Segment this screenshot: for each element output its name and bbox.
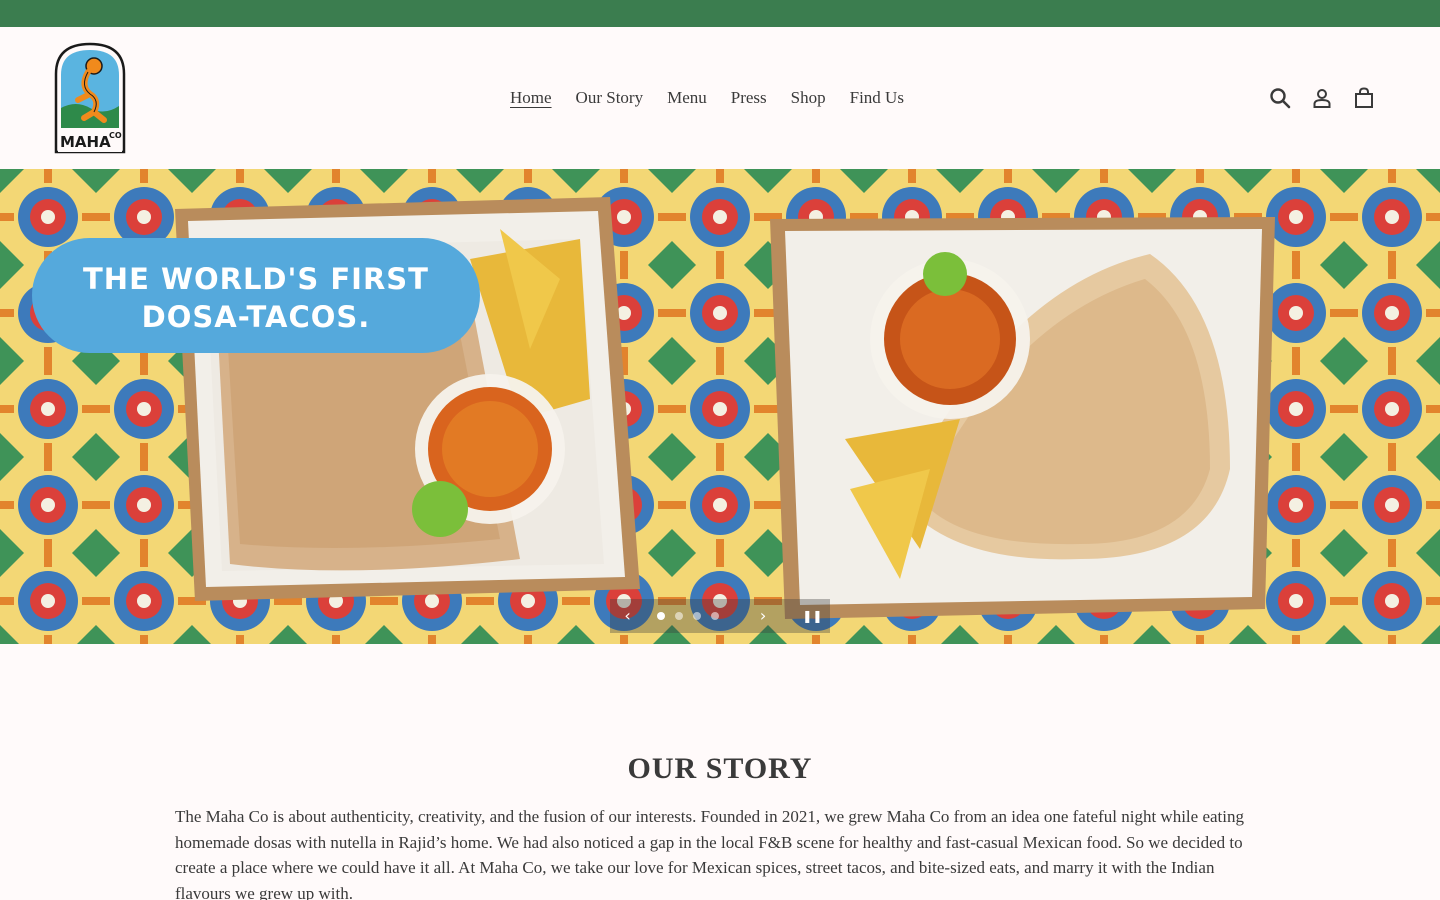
slide-dots (657, 612, 745, 620)
slide-dot-3[interactable] (693, 612, 702, 620)
hero-headline-badge: THE WORLD'S FIRST DOSA-TACOS. (32, 238, 480, 353)
chevron-right-icon[interactable]: › (745, 599, 780, 633)
logo-text: MAHA (60, 133, 111, 151)
our-story-section: OUR STORY The Maha Co is about authentic… (0, 644, 1440, 900)
account-icon[interactable] (1310, 86, 1334, 110)
hero-headline-line2: DOSA-TACOS. (141, 300, 371, 334)
announcement-bar (0, 0, 1440, 27)
nav-menu[interactable]: Menu (667, 87, 707, 109)
search-icon[interactable] (1268, 86, 1292, 110)
pause-icon[interactable]: ❚❚ (795, 599, 830, 633)
hero-headline-line1: THE WORLD'S FIRST (83, 262, 429, 296)
nav-find-us[interactable]: Find Us (850, 87, 904, 109)
slideshow-controls: ‹ › ❚❚ (610, 599, 830, 633)
story-body: The Maha Co is about authenticity, creat… (175, 807, 1244, 900)
slide-dot-1[interactable] (657, 612, 666, 620)
site-header: MAHA CO Home Our Story Menu Press Shop F… (0, 27, 1440, 169)
hero-slideshow[interactable]: THE WORLD'S FIRST DOSA-TACOS. ‹ › ❚❚ (0, 169, 1440, 644)
nav-press[interactable]: Press (731, 87, 767, 109)
slide-dot-4[interactable] (711, 612, 720, 620)
chevron-left-icon[interactable]: ‹ (610, 599, 645, 633)
nav-our-story[interactable]: Our Story (576, 87, 644, 109)
nav-home[interactable]: Home (510, 87, 552, 109)
cart-icon[interactable] (1352, 86, 1376, 110)
maha-co-logo[interactable]: MAHA CO (54, 42, 126, 154)
header-icons (1268, 86, 1376, 110)
logo-superscript: CO (109, 131, 122, 140)
main-nav: Home Our Story Menu Press Shop Find Us (510, 87, 904, 109)
slide-dot-2[interactable] (675, 612, 684, 620)
section-title: OUR STORY (627, 752, 813, 785)
nav-shop[interactable]: Shop (791, 87, 826, 109)
